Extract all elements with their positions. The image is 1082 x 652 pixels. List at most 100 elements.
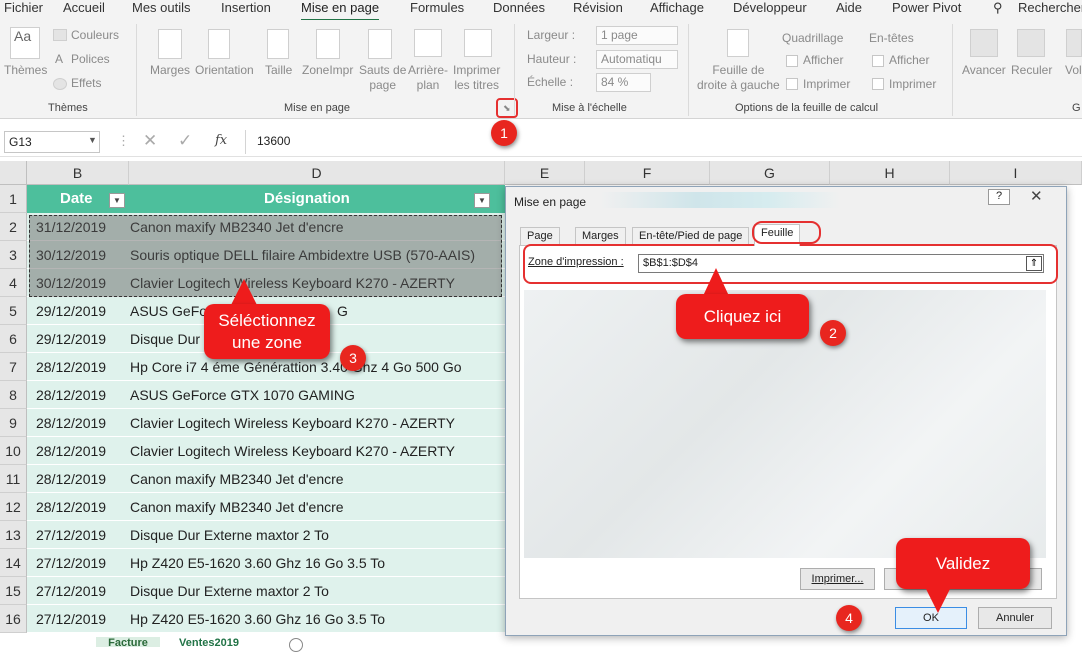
name-box-dropdown-icon[interactable]: ▼ — [88, 135, 97, 145]
row-header[interactable]: 11 — [0, 465, 27, 493]
formula-input[interactable]: 13600 — [245, 130, 1082, 154]
date-cell[interactable]: 29/12/2019 — [36, 297, 106, 325]
designation-cell[interactable]: Disque Dur Externe maxtor 2 To — [130, 577, 329, 605]
tab-fichier[interactable]: Fichier — [4, 0, 43, 15]
row-header[interactable]: 7 — [0, 353, 27, 381]
row-header[interactable]: 6 — [0, 325, 27, 353]
table-row[interactable]: 28/12/2019 Canon maxify MB2340 Jet d'encr… — [27, 465, 505, 493]
row-header[interactable]: 2 — [0, 213, 27, 241]
designation-cell[interactable]: Canon maxify MB2340 Jet d'encre — [130, 493, 344, 521]
row-header[interactable]: 5 — [0, 297, 27, 325]
tab-accueil[interactable]: Accueil — [63, 0, 105, 15]
designation-cell[interactable]: Clavier Logitech Wireless Keyboard K270 … — [130, 437, 455, 465]
date-cell[interactable]: 28/12/2019 — [36, 465, 106, 493]
date-cell[interactable]: 28/12/2019 — [36, 353, 106, 381]
selection-range[interactable] — [29, 215, 502, 297]
designation-cell[interactable]: Hp Z420 E5-1620 3.60 Ghz 16 Go 3.5 To — [130, 549, 385, 577]
designation-cell[interactable]: Canon maxify MB2340 Jet d'encre — [130, 465, 344, 493]
column-header-g[interactable]: G — [710, 161, 830, 185]
column-header-f[interactable]: F — [585, 161, 710, 185]
designation-cell[interactable]: ASUS GeFor — [130, 297, 212, 325]
scale-spinner[interactable]: 84 % — [596, 73, 651, 92]
date-cell[interactable]: 27/12/2019 — [36, 577, 106, 605]
date-cell[interactable]: 29/12/2019 — [36, 325, 106, 353]
table-row[interactable]: 27/12/2019 Disque Dur Externe maxtor 2 To — [27, 521, 505, 549]
height-select[interactable]: Automatiqu — [596, 50, 678, 69]
row-header[interactable]: 10 — [0, 437, 27, 465]
row-header[interactable]: 15 — [0, 577, 27, 605]
row-header[interactable]: 16 — [0, 605, 27, 633]
bring-forward-button[interactable]: Avancer — [962, 63, 1006, 78]
tab-rechercher[interactable]: Rechercher — [1018, 0, 1082, 15]
size-button[interactable]: Taille — [265, 63, 292, 78]
colors-button[interactable]: Couleurs — [71, 28, 119, 42]
table-row[interactable]: 28/12/2019 Canon maxify MB2340 Jet d'encr… — [27, 493, 505, 521]
margins-button[interactable]: Marges — [150, 63, 190, 78]
designation-cell[interactable]: Hp Z420 E5-1620 3.60 Ghz 16 Go 3.5 To — [130, 605, 385, 633]
row-header[interactable]: 13 — [0, 521, 27, 549]
add-sheet-icon[interactable] — [289, 638, 303, 652]
tab-revision[interactable]: Révision — [573, 0, 623, 15]
table-row[interactable]: 27/12/2019 Hp Z420 E5-1620 3.60 Ghz 16 Go… — [27, 549, 505, 577]
designation-header[interactable]: Désignation — [264, 185, 350, 213]
designation-filter-icon[interactable]: ▼ — [474, 193, 490, 208]
column-header-d[interactable]: D — [129, 161, 505, 185]
column-header-b[interactable]: B — [27, 161, 129, 185]
cancel-icon[interactable]: ✕ — [143, 131, 157, 151]
designation-cell[interactable]: Disque Dur Externe maxtor 2 To — [130, 521, 329, 549]
tab-insertion[interactable]: Insertion — [221, 0, 271, 15]
row-header[interactable]: 3 — [0, 241, 27, 269]
cancel-button[interactable]: Annuler — [978, 607, 1052, 629]
print-area-button[interactable]: ZoneImpr — [302, 63, 353, 78]
help-button[interactable]: ? — [988, 189, 1010, 205]
tab-developpeur[interactable]: Développeur — [733, 0, 807, 15]
rtl-sheet-button[interactable]: Feuille de droite à gauche — [697, 63, 780, 93]
tab-power-pivot[interactable]: Power Pivot — [892, 0, 961, 15]
themes-button[interactable]: Thèmes — [4, 63, 47, 78]
row-header[interactable]: 4 — [0, 269, 27, 297]
confirm-icon[interactable]: ✓ — [178, 131, 192, 151]
date-cell[interactable]: 28/12/2019 — [36, 409, 106, 437]
column-header-i[interactable]: I — [950, 161, 1082, 185]
headings-view-checkbox[interactable] — [872, 55, 884, 67]
name-box[interactable]: G13 — [4, 131, 100, 153]
designation-cell[interactable]: Disque Dur — [130, 325, 200, 353]
row-header[interactable]: 1 — [0, 185, 27, 213]
gridlines-view-checkbox[interactable] — [786, 55, 798, 67]
function-icon[interactable]: fx — [215, 133, 227, 148]
sheet-tab-facture[interactable]: Facture — [96, 637, 160, 647]
selection-pane-button[interactable]: Vol — [1065, 63, 1082, 78]
table-row[interactable]: 28/12/2019 Clavier Logitech Wireless Keyb… — [27, 409, 505, 437]
date-cell[interactable]: 27/12/2019 — [36, 605, 106, 633]
table-row[interactable]: 27/12/2019 Disque Dur Externe maxtor 2 To — [27, 577, 505, 605]
date-cell[interactable]: 28/12/2019 — [36, 493, 106, 521]
fonts-button[interactable]: Polices — [71, 52, 110, 66]
table-row[interactable]: 27/12/2019 Hp Z420 E5-1620 3.60 Ghz 16 Go… — [27, 605, 505, 633]
width-select[interactable]: 1 page — [596, 26, 678, 45]
orientation-button[interactable]: Orientation — [195, 63, 254, 78]
date-cell[interactable]: 28/12/2019 — [36, 381, 106, 409]
tab-formules[interactable]: Formules — [410, 0, 464, 15]
close-icon[interactable]: ✕ — [1030, 187, 1043, 205]
designation-cell[interactable]: Clavier Logitech Wireless Keyboard K270 … — [130, 409, 455, 437]
date-cell[interactable]: 28/12/2019 — [36, 437, 106, 465]
headings-print-checkbox[interactable] — [872, 78, 884, 90]
tab-donnees[interactable]: Données — [493, 0, 545, 15]
print-titles-button[interactable]: Imprimer les titres — [453, 63, 500, 93]
breaks-button[interactable]: Sauts de page — [359, 63, 406, 93]
send-backward-button[interactable]: Reculer — [1011, 63, 1052, 78]
effects-button[interactable]: Effets — [71, 76, 101, 90]
themes-icon[interactable]: Aa — [10, 27, 40, 59]
tab-affichage[interactable]: Affichage — [650, 0, 704, 15]
tab-aide[interactable]: Aide — [836, 0, 862, 15]
row-header[interactable]: 9 — [0, 409, 27, 437]
date-header[interactable]: Date — [60, 185, 93, 213]
date-cell[interactable]: 27/12/2019 — [36, 549, 106, 577]
row-header[interactable]: 12 — [0, 493, 27, 521]
date-cell[interactable]: 27/12/2019 — [36, 521, 106, 549]
sheet-tab-ventes2019[interactable]: Ventes2019 — [165, 637, 253, 647]
date-filter-icon[interactable]: ▼ — [109, 193, 125, 208]
background-button[interactable]: Arrière-plan — [408, 63, 448, 93]
table-row[interactable]: 28/12/2019 Clavier Logitech Wireless Keyb… — [27, 437, 505, 465]
row-header[interactable]: 8 — [0, 381, 27, 409]
